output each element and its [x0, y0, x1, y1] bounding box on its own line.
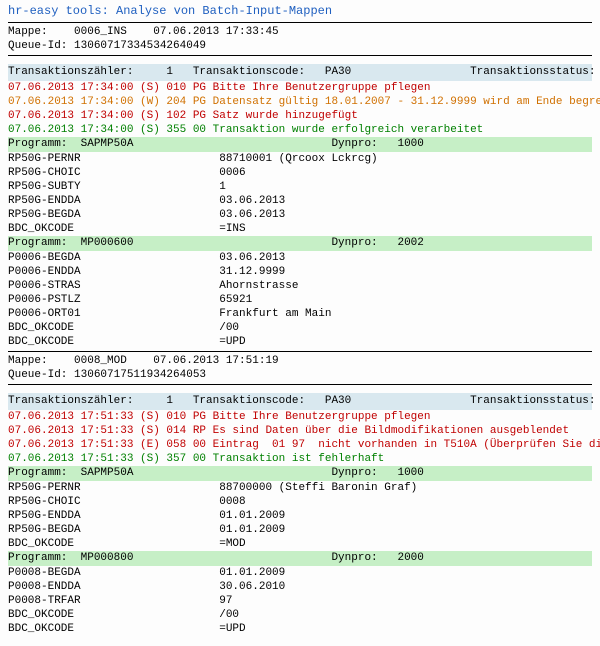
mappe-row: Mappe: 0006_INS 07.06.2013 17:33:45: [8, 25, 592, 39]
field-row: P0006-BEGDA 03.06.2013: [8, 251, 592, 265]
field-row: RP50G-BEGDA 01.01.2009: [8, 523, 592, 537]
program-header: Programm: MP000600 Dynpro: 2002: [8, 236, 592, 251]
field-row: BDC_OKCODE =UPD: [8, 622, 592, 636]
log-message: 07.06.2013 17:51:33 (S) 014 RP Es sind D…: [8, 424, 592, 438]
program-header: Programm: MP000800 Dynpro: 2000: [8, 551, 592, 566]
field-row: P0006-ENDDA 31.12.9999: [8, 265, 592, 279]
divider: [8, 351, 592, 352]
mappe-row: Mappe: 0008_MOD 07.06.2013 17:51:19: [8, 354, 592, 368]
program-header: Programm: SAPMP50A Dynpro: 1000: [8, 137, 592, 152]
queue-row: Queue-Id: 13060717511934264053: [8, 368, 592, 382]
divider: [8, 22, 592, 23]
field-row: RP50G-ENDDA 01.01.2009: [8, 509, 592, 523]
program-header: Programm: SAPMP50A Dynpro: 1000: [8, 466, 592, 481]
field-row: P0006-ORT01 Frankfurt am Main: [8, 307, 592, 321]
field-row: P0006-STRAS Ahornstrasse: [8, 279, 592, 293]
field-row: P0008-BEGDA 01.01.2009: [8, 566, 592, 580]
field-row: RP50G-BEGDA 03.06.2013: [8, 208, 592, 222]
log-message: 07.06.2013 17:34:00 (S) 102 PG Satz wurd…: [8, 109, 592, 123]
field-row: P0008-ENDDA 30.06.2010: [8, 580, 592, 594]
log-message: 07.06.2013 17:34:00 (W) 204 PG Datensatz…: [8, 95, 592, 109]
page-title: hr-easy tools: Analyse von Batch-Input-M…: [8, 4, 592, 18]
log-message: 07.06.2013 17:51:33 (S) 357 00 Transakti…: [8, 452, 592, 466]
field-row: RP50G-ENDDA 03.06.2013: [8, 194, 592, 208]
field-row: BDC_OKCODE /00: [8, 608, 592, 622]
queue-row: Queue-Id: 13060717334534264049: [8, 39, 592, 53]
log-message: 07.06.2013 17:51:33 (E) 058 00 Eintrag 0…: [8, 438, 592, 452]
field-row: BDC_OKCODE =MOD: [8, 537, 592, 551]
field-row: RP50G-CHOIC 0006: [8, 166, 592, 180]
divider: [8, 55, 592, 56]
field-row: BDC_OKCODE =INS: [8, 222, 592, 236]
transaction-header: Transaktionszähler: 1 Transaktionscode: …: [8, 393, 592, 410]
field-row: RP50G-PERNR 88710001 (Qrcoox Lckrcg): [8, 152, 592, 166]
field-row: RP50G-PERNR 88700000 (Steffi Baronin Gra…: [8, 481, 592, 495]
log-message: 07.06.2013 17:51:33 (S) 010 PG Bitte Ihr…: [8, 410, 592, 424]
field-row: RP50G-CHOIC 0008: [8, 495, 592, 509]
field-row: P0006-PSTLZ 65921: [8, 293, 592, 307]
field-row: BDC_OKCODE /00: [8, 321, 592, 335]
log-message: 07.06.2013 17:34:00 (S) 355 00 Transakti…: [8, 123, 592, 137]
field-row: RP50G-SUBTY 1: [8, 180, 592, 194]
divider: [8, 384, 592, 385]
transaction-header: Transaktionszähler: 1 Transaktionscode: …: [8, 64, 592, 81]
field-row: BDC_OKCODE =UPD: [8, 335, 592, 349]
log-message: 07.06.2013 17:34:00 (S) 010 PG Bitte Ihr…: [8, 81, 592, 95]
report-body: Mappe: 0006_INS 07.06.2013 17:33:45Queue…: [8, 25, 592, 636]
field-row: P0008-TRFAR 97: [8, 594, 592, 608]
